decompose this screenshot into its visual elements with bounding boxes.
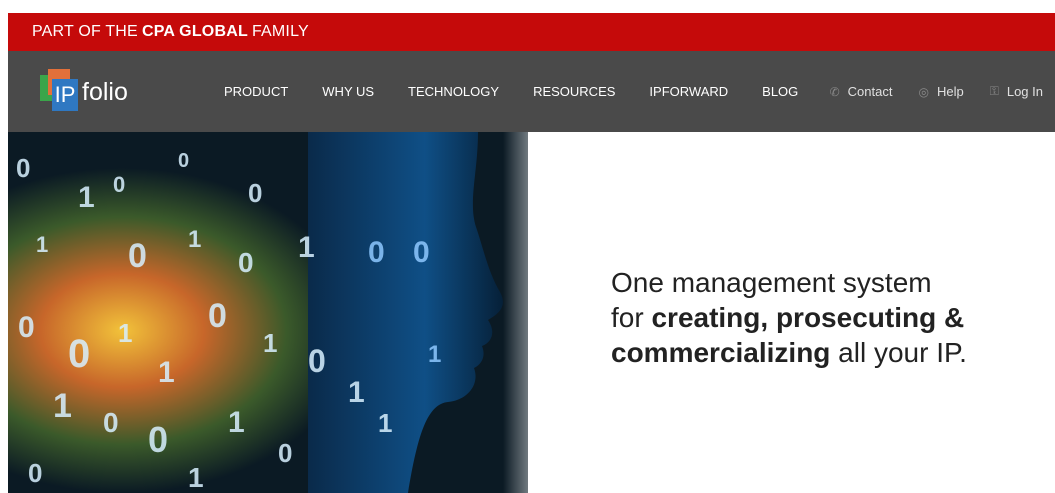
primary-menu: PRODUCT WHY US TECHNOLOGY RESOURCES IPFO… bbox=[224, 51, 832, 132]
tagline-line-3: commercializing all your IP. bbox=[611, 335, 1041, 370]
tagline-line-1: One management system bbox=[611, 267, 932, 298]
nav-item-why-us[interactable]: WHY US bbox=[322, 84, 374, 99]
tagline-line-2-bold: creating, prosecuting & bbox=[651, 302, 965, 333]
svg-text:0: 0 bbox=[68, 332, 90, 376]
hero-banner: 0 1 0 0 0 1 0 1 0 1 0 0 0 0 1 1 0 1 0 1 bbox=[8, 132, 1055, 493]
utility-menu: ✆ Contact ◎ Help ⚿ Log In bbox=[830, 51, 1043, 132]
svg-text:1: 1 bbox=[36, 232, 48, 257]
svg-text:0: 0 bbox=[16, 153, 30, 183]
contact-label: Contact bbox=[847, 84, 893, 99]
svg-text:1: 1 bbox=[428, 341, 441, 368]
logo-text: folio bbox=[82, 78, 128, 106]
help-label: Help bbox=[936, 84, 964, 99]
svg-text:1: 1 bbox=[188, 226, 201, 253]
svg-text:1: 1 bbox=[228, 406, 245, 439]
tagline-line-2: for creating, prosecuting & bbox=[611, 300, 1041, 335]
nav-item-blog[interactable]: BLOG bbox=[762, 84, 798, 99]
ipfolio-logo[interactable]: IP folio bbox=[40, 69, 150, 113]
logo-ip-block: IP bbox=[52, 79, 78, 111]
hero-tagline: One management system for creating, pros… bbox=[611, 265, 1041, 370]
svg-text:0: 0 bbox=[103, 407, 119, 438]
banner-brand[interactable]: CPA GLOBAL bbox=[142, 23, 248, 41]
svg-text:1: 1 bbox=[118, 318, 132, 348]
svg-text:1: 1 bbox=[78, 181, 95, 214]
banner-prefix: PART OF THE bbox=[32, 23, 138, 40]
svg-text:0: 0 bbox=[178, 150, 189, 172]
key-icon: ⚿ bbox=[989, 84, 999, 98]
svg-text:1: 1 bbox=[53, 387, 72, 425]
svg-text:0: 0 bbox=[308, 343, 326, 379]
svg-text:0: 0 bbox=[368, 236, 385, 269]
svg-text:0: 0 bbox=[113, 172, 125, 197]
help-link[interactable]: ◎ Help bbox=[918, 84, 963, 99]
tagline-line-2-pre: for bbox=[611, 302, 652, 333]
svg-text:1: 1 bbox=[298, 231, 315, 264]
svg-text:0: 0 bbox=[238, 247, 254, 278]
contact-link[interactable]: ✆ Contact bbox=[830, 84, 893, 99]
family-banner: PART OF THE CPA GLOBAL FAMILY bbox=[8, 13, 1055, 51]
svg-text:0: 0 bbox=[128, 237, 147, 275]
svg-text:0: 0 bbox=[413, 236, 430, 269]
phone-icon: ✆ bbox=[829, 84, 840, 99]
tagline-line-3-bold: commercializing bbox=[611, 337, 831, 368]
page-frame: PART OF THE CPA GLOBAL FAMILY IP folio P… bbox=[8, 13, 1055, 493]
svg-text:1: 1 bbox=[263, 328, 277, 358]
svg-text:0: 0 bbox=[148, 419, 168, 460]
svg-text:1: 1 bbox=[188, 462, 204, 493]
tagline-line-3-post: all your IP. bbox=[830, 337, 967, 368]
svg-text:0: 0 bbox=[28, 458, 42, 488]
svg-text:1: 1 bbox=[348, 376, 365, 409]
svg-text:1: 1 bbox=[378, 408, 392, 438]
svg-text:0: 0 bbox=[278, 438, 292, 468]
svg-text:0: 0 bbox=[248, 178, 262, 208]
svg-text:0: 0 bbox=[18, 311, 35, 344]
nav-item-resources[interactable]: RESOURCES bbox=[533, 84, 615, 99]
help-icon: ◎ bbox=[918, 84, 929, 99]
svg-text:0: 0 bbox=[208, 297, 227, 335]
main-navigation: IP folio PRODUCT WHY US TECHNOLOGY RESOU… bbox=[8, 51, 1055, 132]
nav-item-technology[interactable]: TECHNOLOGY bbox=[408, 84, 499, 99]
banner-suffix: FAMILY bbox=[251, 23, 309, 40]
login-label: Log In bbox=[1006, 84, 1043, 99]
svg-text:1: 1 bbox=[158, 356, 175, 389]
nav-item-product[interactable]: PRODUCT bbox=[224, 84, 288, 99]
nav-item-ipforward[interactable]: IPFORWARD bbox=[649, 84, 728, 99]
login-link[interactable]: ⚿ Log In bbox=[990, 84, 1043, 99]
